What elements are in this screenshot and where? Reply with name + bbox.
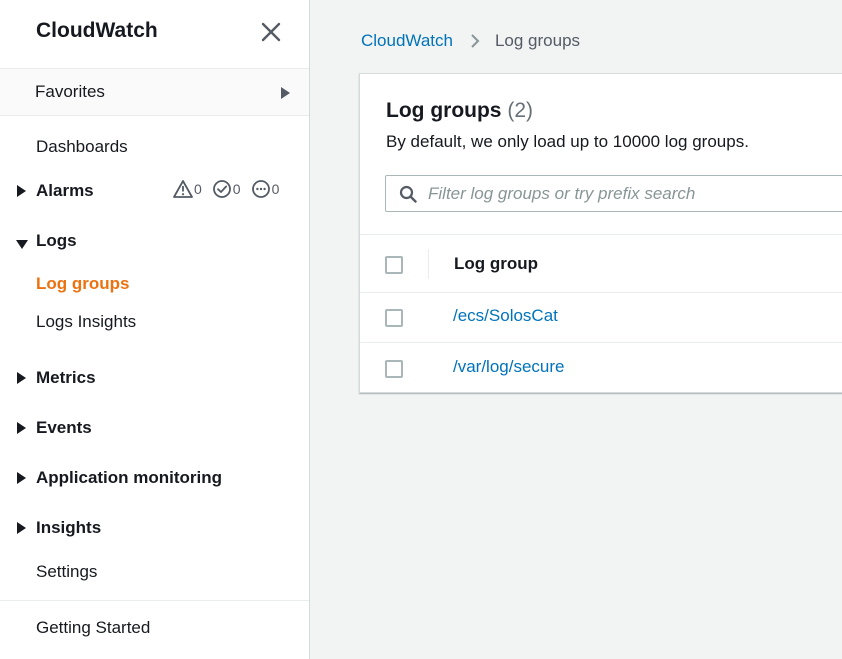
- sidebar-item-settings[interactable]: Settings: [36, 562, 97, 582]
- in-alarm-count: 0: [194, 181, 202, 197]
- panel-description: By default, we only load up to 10000 log…: [386, 132, 749, 151]
- table-header: Log group: [360, 234, 842, 293]
- caret-right-icon[interactable]: [16, 471, 26, 489]
- select-all-checkbox[interactable]: [385, 256, 403, 274]
- sidebar-divider: [0, 600, 309, 601]
- sidebar-item-dashboards[interactable]: Dashboards: [36, 137, 128, 157]
- log-group-link[interactable]: /var/log/secure: [453, 357, 565, 377]
- close-icon[interactable]: [259, 20, 283, 44]
- navigation-sidebar: CloudWatch Favorites Dashboards Alarms 0…: [0, 0, 310, 659]
- favorites-label: Favorites: [35, 82, 105, 101]
- ellipsis-circle-icon: [251, 179, 271, 199]
- sidebar-header: CloudWatch: [0, 0, 309, 68]
- chevron-right-icon: [469, 33, 481, 49]
- sidebar-item-insights[interactable]: Insights: [36, 518, 101, 538]
- table-row[interactable]: /ecs/SolosCat: [360, 293, 842, 343]
- caret-right-icon: [280, 86, 290, 104]
- sidebar-item-getting-started[interactable]: Getting Started: [36, 618, 150, 638]
- warning-icon: [173, 179, 193, 199]
- sidebar-item-application-monitoring[interactable]: Application monitoring: [36, 468, 222, 488]
- search-box: [385, 175, 842, 212]
- breadcrumb: CloudWatch Log groups: [361, 31, 580, 51]
- caret-right-icon[interactable]: [16, 421, 26, 439]
- caret-right-icon[interactable]: [16, 521, 26, 539]
- column-divider: [428, 249, 429, 279]
- log-groups-panel: Log groups (2) By default, we only load …: [359, 73, 842, 393]
- caret-down-icon[interactable]: [16, 236, 28, 254]
- column-header-log-group[interactable]: Log group: [454, 254, 538, 274]
- row-checkbox[interactable]: [385, 360, 403, 378]
- breadcrumb-current: Log groups: [494, 31, 581, 50]
- favorites-toggle[interactable]: Favorites: [0, 68, 309, 116]
- caret-right-icon[interactable]: [16, 184, 26, 202]
- panel-title-text: Log groups: [386, 99, 502, 122]
- search-icon: [399, 185, 417, 208]
- log-group-count: (2): [507, 99, 533, 122]
- sidebar-title: CloudWatch: [36, 19, 158, 42]
- sidebar-item-events[interactable]: Events: [36, 418, 92, 438]
- sidebar-item-logs-insights[interactable]: Logs Insights: [36, 312, 136, 332]
- caret-right-icon[interactable]: [16, 371, 26, 389]
- row-checkbox[interactable]: [385, 309, 403, 327]
- sidebar-item-metrics[interactable]: Metrics: [36, 368, 96, 388]
- breadcrumb-cloudwatch-link[interactable]: CloudWatch: [361, 31, 453, 51]
- ok-count: 0: [232, 181, 241, 197]
- alarm-status-counts: 0 0 0: [173, 179, 289, 199]
- table-row[interactable]: /var/log/secure: [360, 342, 842, 392]
- log-group-link[interactable]: /ecs/SolosCat: [453, 306, 558, 326]
- sidebar-item-log-groups[interactable]: Log groups: [36, 274, 129, 294]
- sidebar-item-alarms[interactable]: Alarms: [36, 181, 94, 201]
- sidebar-item-logs[interactable]: Logs: [36, 231, 77, 251]
- page-title: Log groups (2): [386, 99, 533, 123]
- check-circle-icon: [212, 179, 232, 199]
- insufficient-data-count: 0: [271, 181, 280, 197]
- search-input[interactable]: [428, 176, 842, 211]
